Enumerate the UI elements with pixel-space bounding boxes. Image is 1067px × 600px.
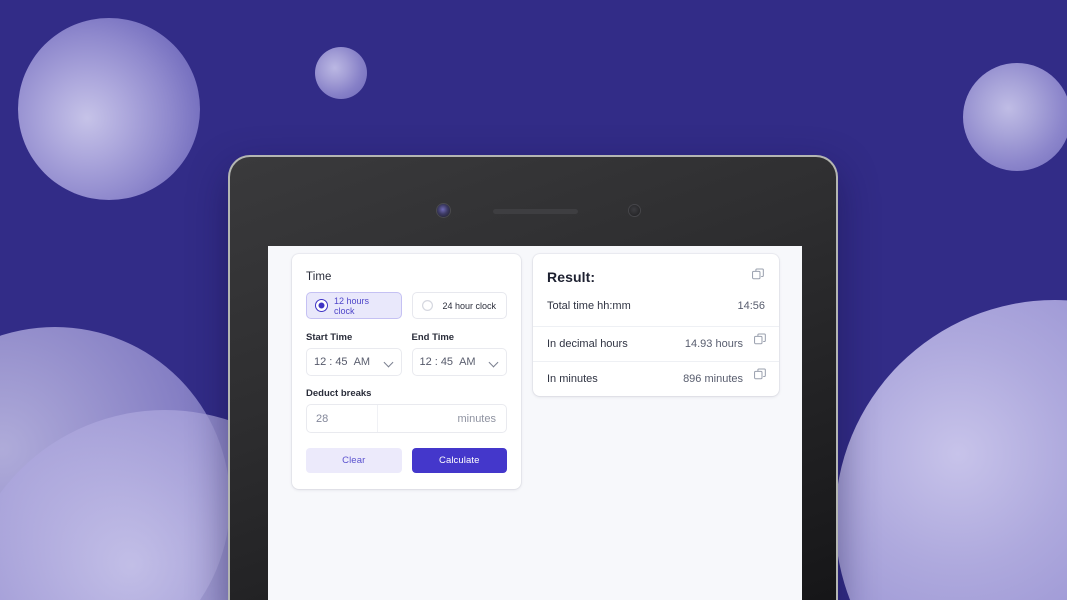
start-time-input[interactable]: 12 : 45 AM	[306, 348, 402, 376]
clear-button[interactable]: Clear	[306, 448, 402, 473]
result-row-minutes: In minutes 896 minutes	[533, 361, 779, 396]
result-label: In decimal hours	[547, 338, 628, 350]
calculate-button[interactable]: Calculate	[411, 448, 507, 473]
copy-icon[interactable]	[752, 268, 765, 281]
result-title: Result:	[547, 269, 596, 285]
decorative-sphere	[835, 300, 1067, 600]
result-label: Total time hh:mm	[547, 300, 631, 312]
end-time-meridiem[interactable]: AM	[459, 356, 476, 368]
time-form-card: Time 12 hours clock 24 hour clock Start …	[292, 254, 521, 489]
end-time-hours[interactable]: 12	[420, 356, 432, 368]
deduct-breaks-value[interactable]: 28	[307, 413, 377, 425]
result-card: Result: Total time hh:mm 14:56 In decima…	[533, 254, 779, 396]
deduct-breaks-label: Deduct breaks	[306, 388, 372, 399]
tablet-frame: Time 12 hours clock 24 hour clock Start …	[228, 155, 838, 600]
start-time-hours[interactable]: 12	[314, 356, 326, 368]
copy-icon[interactable]	[754, 333, 767, 346]
tablet-hardware-strip	[230, 201, 836, 221]
result-value: 14.93 hours	[684, 338, 743, 350]
start-time-minutes[interactable]: 45	[335, 356, 347, 368]
result-header: Result:	[533, 254, 779, 298]
camera-icon	[437, 204, 450, 217]
result-value: 14:56	[737, 300, 765, 312]
end-time-separator: :	[434, 356, 438, 368]
result-row-decimal-hours: In decimal hours 14.93 hours	[533, 326, 779, 361]
end-time-label: End Time	[411, 332, 455, 343]
action-buttons-row: Clear Calculate	[306, 448, 507, 473]
radio-24-hour-clock[interactable]: 24 hour clock	[411, 292, 507, 319]
copy-icon[interactable]	[754, 368, 767, 381]
tablet-bezel: Time 12 hours clock 24 hour clock Start …	[230, 157, 836, 600]
time-section-label: Time	[306, 271, 332, 283]
chevron-down-icon[interactable]	[385, 358, 394, 367]
end-time-input[interactable]: 12 : 45 AM	[411, 348, 507, 376]
input-divider	[377, 405, 378, 432]
background-scene: Time 12 hours clock 24 hour clock Start …	[0, 0, 1067, 600]
end-time-minutes[interactable]: 45	[441, 356, 453, 368]
start-time-column: Start Time 12 : 45 AM	[306, 332, 402, 376]
radio-unselected-icon	[422, 300, 434, 311]
time-inputs-row: Start Time 12 : 45 AM End Time 12: 45 A…	[306, 332, 507, 376]
speaker-grill-icon	[493, 209, 578, 214]
chevron-down-icon[interactable]	[490, 358, 499, 367]
start-time-separator: :	[329, 356, 333, 368]
decorative-sphere	[18, 18, 200, 200]
radio-24-hour-label: 24 hour clock	[442, 300, 497, 311]
decorative-sphere	[0, 327, 230, 600]
decorative-sphere	[963, 63, 1067, 171]
result-label: In minutes	[547, 373, 598, 385]
decorative-sphere	[315, 47, 367, 99]
result-value: 896 minutes	[683, 373, 743, 385]
time-calculator-app: Time 12 hours clock 24 hour clock Start …	[268, 246, 802, 489]
radio-12-hour-label: 12 hours clock	[334, 295, 370, 316]
start-time-meridiem[interactable]: AM	[354, 356, 371, 368]
tablet-screen: Time 12 hours clock 24 hour clock Start …	[268, 246, 802, 600]
result-row-total: Total time hh:mm 14:56	[533, 298, 779, 326]
deduct-breaks-unit: minutes	[457, 412, 496, 425]
sensor-icon	[629, 205, 640, 216]
radio-12-hour-clock[interactable]: 12 hours clock	[306, 292, 402, 319]
radio-selected-icon	[316, 300, 327, 311]
end-time-column: End Time 12 : 45 AM	[411, 332, 507, 376]
start-time-label: Start Time	[306, 332, 353, 343]
clock-format-group[interactable]: 12 hours clock 24 hour clock	[306, 292, 507, 319]
deduct-breaks-input[interactable]: 28 minutes	[306, 404, 507, 433]
